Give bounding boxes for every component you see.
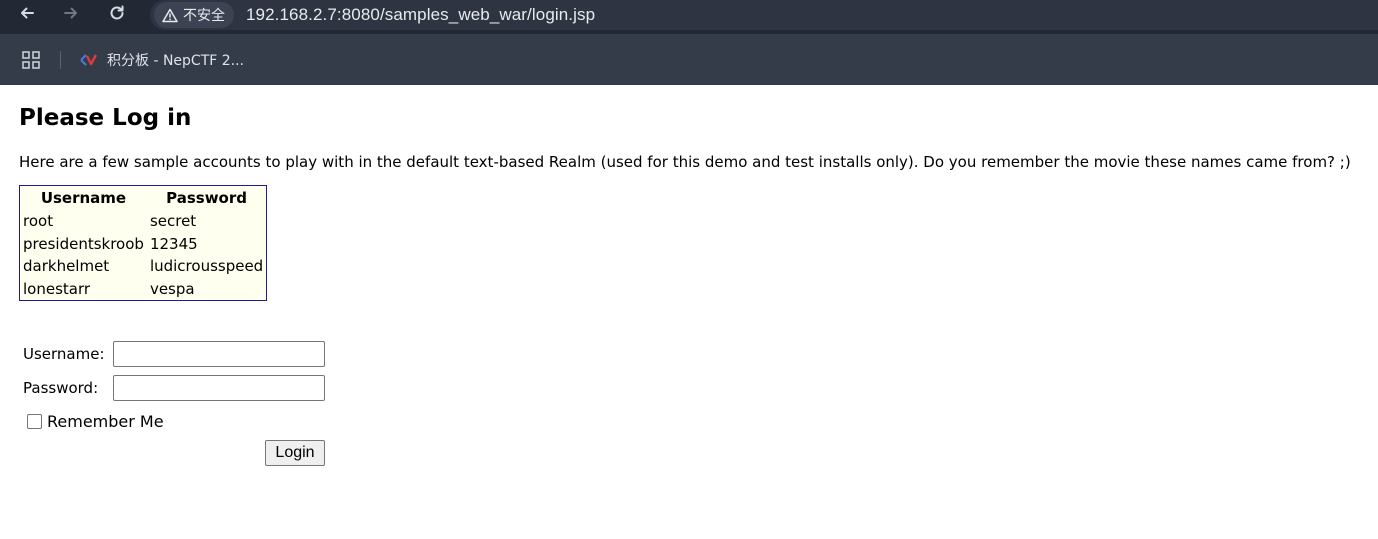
password-cell: vespa bbox=[149, 279, 195, 298]
remember-me-row: Remember Me bbox=[27, 412, 164, 431]
remember-me-checkbox[interactable] bbox=[27, 414, 42, 429]
apps-grid-icon[interactable] bbox=[22, 51, 40, 69]
header-username: Username bbox=[40, 189, 127, 207]
password-row: Password: bbox=[23, 375, 325, 401]
bookmarks-separator bbox=[60, 51, 61, 69]
sample-accounts-table: Username Password root secret presidents… bbox=[19, 185, 268, 301]
remember-me-label[interactable]: Remember Me bbox=[47, 412, 164, 431]
username-label: Username: bbox=[23, 345, 105, 363]
username-cell: darkhelmet bbox=[23, 257, 110, 276]
table-row: darkhelmet ludicrousspeed bbox=[20, 255, 266, 278]
security-indicator[interactable]: 不安全 bbox=[154, 2, 234, 28]
password-label: Password: bbox=[23, 379, 99, 397]
table-row: lonestarr vespa bbox=[20, 278, 266, 301]
url-text[interactable]: 192.168.2.7:8080/samples_web_war/login.j… bbox=[246, 5, 595, 25]
arrow-right-icon bbox=[64, 7, 77, 19]
warning-icon bbox=[162, 8, 178, 22]
intro-text: Here are a few sample accounts to play w… bbox=[19, 153, 1351, 171]
reload-button[interactable] bbox=[103, 0, 131, 26]
password-input[interactable] bbox=[113, 375, 325, 401]
back-button[interactable] bbox=[13, 0, 41, 26]
table-header-row: Username Password bbox=[20, 186, 266, 210]
password-cell: secret bbox=[149, 212, 197, 231]
table-row: root secret bbox=[20, 210, 266, 233]
header-password: Password bbox=[166, 189, 247, 207]
nepctf-favicon-icon bbox=[80, 54, 98, 66]
username-input[interactable] bbox=[113, 341, 325, 367]
reload-icon bbox=[110, 5, 124, 20]
page-title: Please Log in bbox=[19, 105, 192, 131]
security-label: 不安全 bbox=[183, 8, 225, 24]
username-cell: presidentskroob bbox=[23, 234, 144, 253]
username-cell: root bbox=[23, 212, 54, 231]
forward-button[interactable] bbox=[57, 0, 85, 26]
address-bar[interactable]: 不安全 192.168.2.7:8080/samples_web_war/log… bbox=[150, 0, 1378, 30]
browser-toolbar: 不安全 192.168.2.7:8080/samples_web_war/log… bbox=[0, 0, 1378, 34]
bookmark-nepctf[interactable]: 积分板 - NepCTF 2... bbox=[80, 48, 244, 72]
password-cell: 12345 bbox=[149, 234, 198, 253]
password-cell: ludicrousspeed bbox=[149, 257, 264, 276]
username-cell: lonestarr bbox=[23, 279, 91, 298]
username-row: Username: bbox=[23, 341, 325, 367]
page-content: Please Log in Here are a few sample acco… bbox=[0, 85, 1378, 539]
table-row: presidentskroob 12345 bbox=[20, 233, 266, 256]
bookmark-label: 积分板 - NepCTF 2... bbox=[107, 53, 245, 69]
bookmarks-bar: 积分板 - NepCTF 2... bbox=[0, 34, 1378, 85]
login-button[interactable]: Login bbox=[265, 440, 325, 466]
arrow-left-icon bbox=[21, 7, 34, 19]
